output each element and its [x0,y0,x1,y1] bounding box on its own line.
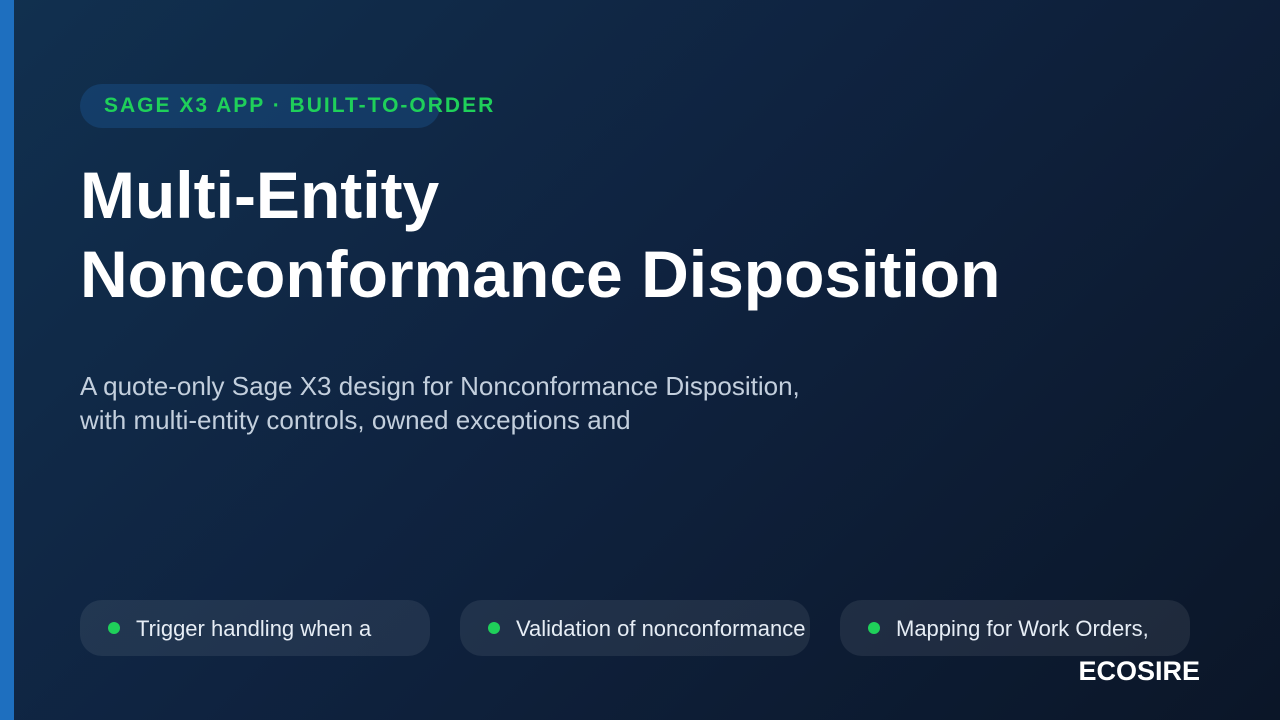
feature-chip-validation: Validation of nonconformance [460,600,810,656]
bullet-dot-icon [108,622,120,634]
page-title-line-1: Multi-Entity [80,158,440,232]
feature-chip-label: Validation of nonconformance [516,616,806,641]
feature-chip-mapping: Mapping for Work Orders, [840,600,1190,656]
brand-logo: ECOSIRE [1078,656,1200,686]
category-badge-label: SAGE X3 APP · BUILT-TO-ORDER [104,94,496,117]
feature-chip-trigger-handling: Trigger handling when a [80,600,430,656]
page-title: Multi-Entity Nonconformance Disposition [80,156,1000,314]
left-accent-bar [0,0,14,720]
page-title-line-2: Nonconformance Disposition [80,237,1001,311]
category-badge: SAGE X3 APP · BUILT-TO-ORDER [80,84,493,128]
page-subtitle: A quote-only Sage X3 design for Nonconfo… [80,369,800,437]
bullet-dot-icon [488,622,500,634]
feature-chip-label: Mapping for Work Orders, [896,616,1149,641]
page-subtitle-line-1: A quote-only Sage X3 design for Nonconfo… [80,371,800,401]
bullet-dot-icon [868,622,880,634]
page-subtitle-line-2: with multi-entity controls, owned except… [80,405,631,435]
feature-chip-label: Trigger handling when a [136,616,372,641]
